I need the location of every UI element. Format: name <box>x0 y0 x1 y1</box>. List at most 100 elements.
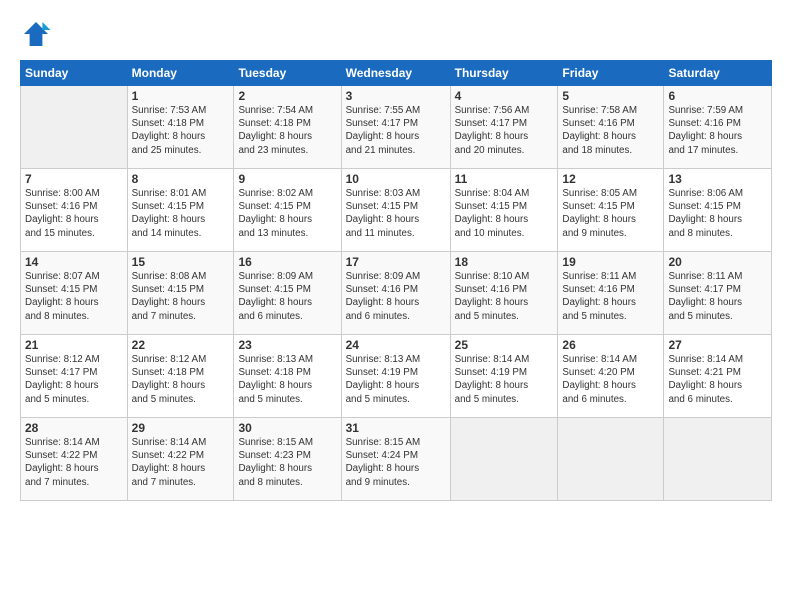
calendar-cell: 3Sunrise: 7:55 AM Sunset: 4:17 PM Daylig… <box>341 86 450 169</box>
day-number: 13 <box>668 172 767 186</box>
day-info: Sunrise: 8:01 AM Sunset: 4:15 PM Dayligh… <box>132 187 230 240</box>
calendar-cell: 17Sunrise: 8:09 AM Sunset: 4:16 PM Dayli… <box>341 252 450 335</box>
day-info: Sunrise: 8:02 AM Sunset: 4:15 PM Dayligh… <box>238 187 336 240</box>
day-number: 23 <box>238 338 336 352</box>
calendar-cell: 10Sunrise: 8:03 AM Sunset: 4:15 PM Dayli… <box>341 169 450 252</box>
calendar-cell: 23Sunrise: 8:13 AM Sunset: 4:18 PM Dayli… <box>234 335 341 418</box>
day-number: 16 <box>238 255 336 269</box>
weekday-header: Sunday <box>21 61 128 86</box>
calendar-cell: 28Sunrise: 8:14 AM Sunset: 4:22 PM Dayli… <box>21 418 128 501</box>
calendar-cell <box>558 418 664 501</box>
weekday-header: Wednesday <box>341 61 450 86</box>
calendar-week-row: 14Sunrise: 8:07 AM Sunset: 4:15 PM Dayli… <box>21 252 772 335</box>
calendar-week-row: 7Sunrise: 8:00 AM Sunset: 4:16 PM Daylig… <box>21 169 772 252</box>
calendar-cell: 19Sunrise: 8:11 AM Sunset: 4:16 PM Dayli… <box>558 252 664 335</box>
calendar-cell: 21Sunrise: 8:12 AM Sunset: 4:17 PM Dayli… <box>21 335 128 418</box>
day-info: Sunrise: 8:00 AM Sunset: 4:16 PM Dayligh… <box>25 187 123 240</box>
day-info: Sunrise: 8:14 AM Sunset: 4:20 PM Dayligh… <box>562 353 659 406</box>
calendar-week-row: 1Sunrise: 7:53 AM Sunset: 4:18 PM Daylig… <box>21 86 772 169</box>
logo <box>20 18 56 50</box>
calendar-cell: 2Sunrise: 7:54 AM Sunset: 4:18 PM Daylig… <box>234 86 341 169</box>
day-info: Sunrise: 8:13 AM Sunset: 4:18 PM Dayligh… <box>238 353 336 406</box>
day-number: 17 <box>346 255 446 269</box>
calendar-cell: 22Sunrise: 8:12 AM Sunset: 4:18 PM Dayli… <box>127 335 234 418</box>
day-number: 18 <box>455 255 554 269</box>
calendar-cell: 5Sunrise: 7:58 AM Sunset: 4:16 PM Daylig… <box>558 86 664 169</box>
day-info: Sunrise: 8:04 AM Sunset: 4:15 PM Dayligh… <box>455 187 554 240</box>
day-info: Sunrise: 8:11 AM Sunset: 4:16 PM Dayligh… <box>562 270 659 323</box>
day-info: Sunrise: 8:06 AM Sunset: 4:15 PM Dayligh… <box>668 187 767 240</box>
day-info: Sunrise: 7:59 AM Sunset: 4:16 PM Dayligh… <box>668 104 767 157</box>
day-number: 20 <box>668 255 767 269</box>
day-number: 28 <box>25 421 123 435</box>
day-info: Sunrise: 8:08 AM Sunset: 4:15 PM Dayligh… <box>132 270 230 323</box>
calendar-cell: 8Sunrise: 8:01 AM Sunset: 4:15 PM Daylig… <box>127 169 234 252</box>
day-info: Sunrise: 8:14 AM Sunset: 4:21 PM Dayligh… <box>668 353 767 406</box>
day-number: 26 <box>562 338 659 352</box>
weekday-header: Monday <box>127 61 234 86</box>
day-number: 31 <box>346 421 446 435</box>
day-number: 9 <box>238 172 336 186</box>
calendar-week-row: 21Sunrise: 8:12 AM Sunset: 4:17 PM Dayli… <box>21 335 772 418</box>
day-info: Sunrise: 8:03 AM Sunset: 4:15 PM Dayligh… <box>346 187 446 240</box>
calendar-cell: 9Sunrise: 8:02 AM Sunset: 4:15 PM Daylig… <box>234 169 341 252</box>
day-number: 7 <box>25 172 123 186</box>
calendar-cell: 26Sunrise: 8:14 AM Sunset: 4:20 PM Dayli… <box>558 335 664 418</box>
day-number: 2 <box>238 89 336 103</box>
day-info: Sunrise: 7:56 AM Sunset: 4:17 PM Dayligh… <box>455 104 554 157</box>
day-info: Sunrise: 8:11 AM Sunset: 4:17 PM Dayligh… <box>668 270 767 323</box>
calendar-cell: 12Sunrise: 8:05 AM Sunset: 4:15 PM Dayli… <box>558 169 664 252</box>
day-number: 5 <box>562 89 659 103</box>
calendar-cell: 1Sunrise: 7:53 AM Sunset: 4:18 PM Daylig… <box>127 86 234 169</box>
weekday-header: Friday <box>558 61 664 86</box>
page: SundayMondayTuesdayWednesdayThursdayFrid… <box>0 0 792 612</box>
day-info: Sunrise: 7:53 AM Sunset: 4:18 PM Dayligh… <box>132 104 230 157</box>
day-number: 10 <box>346 172 446 186</box>
day-number: 3 <box>346 89 446 103</box>
weekday-header: Saturday <box>664 61 772 86</box>
calendar-cell: 16Sunrise: 8:09 AM Sunset: 4:15 PM Dayli… <box>234 252 341 335</box>
day-number: 4 <box>455 89 554 103</box>
day-info: Sunrise: 8:10 AM Sunset: 4:16 PM Dayligh… <box>455 270 554 323</box>
calendar-cell <box>450 418 558 501</box>
day-info: Sunrise: 8:07 AM Sunset: 4:15 PM Dayligh… <box>25 270 123 323</box>
day-number: 19 <box>562 255 659 269</box>
day-info: Sunrise: 7:54 AM Sunset: 4:18 PM Dayligh… <box>238 104 336 157</box>
day-info: Sunrise: 8:12 AM Sunset: 4:18 PM Dayligh… <box>132 353 230 406</box>
calendar-cell: 14Sunrise: 8:07 AM Sunset: 4:15 PM Dayli… <box>21 252 128 335</box>
day-number: 21 <box>25 338 123 352</box>
day-number: 12 <box>562 172 659 186</box>
day-number: 24 <box>346 338 446 352</box>
day-info: Sunrise: 8:12 AM Sunset: 4:17 PM Dayligh… <box>25 353 123 406</box>
logo-icon <box>20 18 52 50</box>
calendar-cell: 7Sunrise: 8:00 AM Sunset: 4:16 PM Daylig… <box>21 169 128 252</box>
day-info: Sunrise: 8:15 AM Sunset: 4:23 PM Dayligh… <box>238 436 336 489</box>
day-info: Sunrise: 8:15 AM Sunset: 4:24 PM Dayligh… <box>346 436 446 489</box>
day-info: Sunrise: 8:14 AM Sunset: 4:22 PM Dayligh… <box>25 436 123 489</box>
calendar-week-row: 28Sunrise: 8:14 AM Sunset: 4:22 PM Dayli… <box>21 418 772 501</box>
day-number: 15 <box>132 255 230 269</box>
calendar-cell: 13Sunrise: 8:06 AM Sunset: 4:15 PM Dayli… <box>664 169 772 252</box>
day-info: Sunrise: 8:14 AM Sunset: 4:22 PM Dayligh… <box>132 436 230 489</box>
calendar-cell: 31Sunrise: 8:15 AM Sunset: 4:24 PM Dayli… <box>341 418 450 501</box>
calendar-cell: 6Sunrise: 7:59 AM Sunset: 4:16 PM Daylig… <box>664 86 772 169</box>
day-info: Sunrise: 8:13 AM Sunset: 4:19 PM Dayligh… <box>346 353 446 406</box>
day-number: 25 <box>455 338 554 352</box>
calendar-header-row: SundayMondayTuesdayWednesdayThursdayFrid… <box>21 61 772 86</box>
calendar-table: SundayMondayTuesdayWednesdayThursdayFrid… <box>20 60 772 501</box>
calendar-cell: 27Sunrise: 8:14 AM Sunset: 4:21 PM Dayli… <box>664 335 772 418</box>
calendar-cell: 15Sunrise: 8:08 AM Sunset: 4:15 PM Dayli… <box>127 252 234 335</box>
calendar-cell <box>664 418 772 501</box>
day-number: 30 <box>238 421 336 435</box>
weekday-header: Thursday <box>450 61 558 86</box>
day-number: 22 <box>132 338 230 352</box>
calendar-cell: 29Sunrise: 8:14 AM Sunset: 4:22 PM Dayli… <box>127 418 234 501</box>
calendar-cell: 25Sunrise: 8:14 AM Sunset: 4:19 PM Dayli… <box>450 335 558 418</box>
day-number: 8 <box>132 172 230 186</box>
day-info: Sunrise: 7:55 AM Sunset: 4:17 PM Dayligh… <box>346 104 446 157</box>
header <box>20 18 772 50</box>
calendar-cell: 24Sunrise: 8:13 AM Sunset: 4:19 PM Dayli… <box>341 335 450 418</box>
day-number: 1 <box>132 89 230 103</box>
day-number: 11 <box>455 172 554 186</box>
day-number: 29 <box>132 421 230 435</box>
